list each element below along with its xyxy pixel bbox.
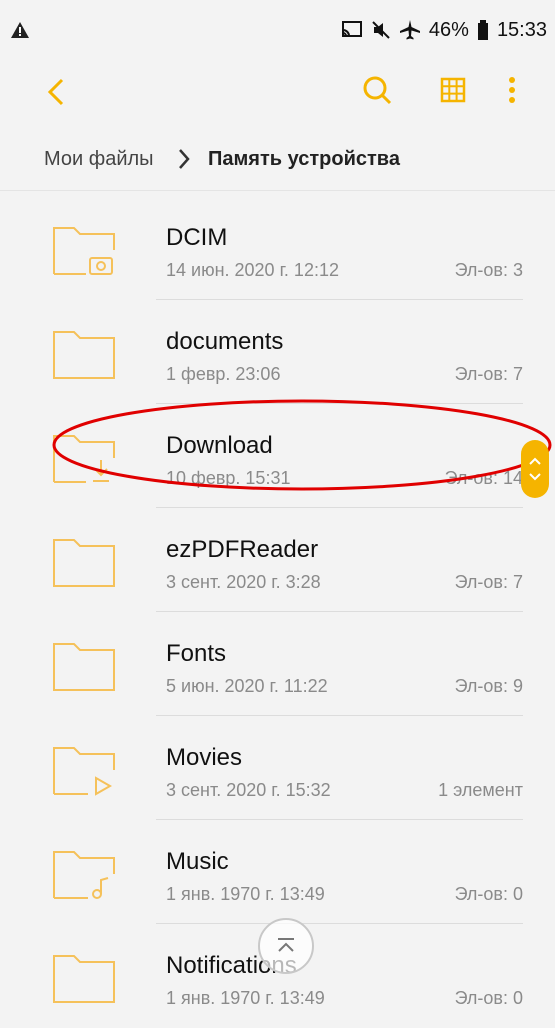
fast-scroll-handle[interactable] [521,440,549,498]
folder-count: Эл-ов: 9 [454,676,523,696]
battery-icon [477,20,488,40]
chevron-left-icon [47,78,64,106]
search-button[interactable] [355,68,399,112]
scroll-arrows-icon [529,457,541,481]
status-icons: 46% 15:33 [341,16,547,44]
cast-icon [341,21,362,37]
list-item[interactable]: documents 1 февр. 23:06 Эл-ов: 7 [0,300,555,404]
status-bar: 46% 15:33 [0,0,555,56]
mute-icon [372,21,390,39]
grid-icon [440,77,466,103]
airplane-mode-icon [399,20,420,40]
folder-count: Эл-ов: 3 [454,260,523,280]
breadcrumb-current: Память устройства [208,148,400,170]
folder-date: 5 июн. 2020 г. 11:22 [166,676,328,696]
music-folder-icon [53,851,115,899]
folder-date: 3 сент. 2020 г. 3:28 [166,572,321,592]
chevron-right-icon [179,149,190,169]
list-item[interactable]: Fonts 5 июн. 2020 г. 11:22 Эл-ов: 9 [0,612,555,716]
list-item[interactable]: Music 1 янв. 1970 г. 13:49 Эл-ов: 0 [0,820,555,924]
folder-date: 3 сент. 2020 г. 15:32 [166,780,331,800]
clock: 15:33 [496,18,547,41]
back-button[interactable] [36,70,80,114]
grid-view-button[interactable] [431,68,475,112]
folder-icon [53,331,115,379]
folder-icon [53,643,115,691]
folder-icon [53,539,115,587]
search-icon [363,76,392,105]
folder-count: Эл-ов: 0 [454,884,523,904]
folder-icon [53,955,115,1003]
folder-count: Эл-ов: 0 [454,988,523,1008]
folder-date: 1 янв. 1970 г. 13:49 [166,988,325,1008]
camera-folder-icon [53,227,115,275]
more-options-button[interactable] [490,68,534,112]
more-vert-icon [509,77,515,103]
folder-name: Music [166,848,229,875]
folder-count: Эл-ов: 7 [454,572,523,592]
warning-icon [11,22,29,38]
folder-name: Fonts [166,640,227,667]
scroll-to-top-button[interactable] [258,918,314,974]
folder-name: documents [166,328,284,355]
chevron-up-icon [278,938,294,952]
folder-name: ezPDFReader [166,536,319,563]
list-item[interactable]: Movies 3 сент. 2020 г. 15:32 1 элемент [0,716,555,820]
video-folder-icon [53,747,115,796]
folder-count: 1 элемент [438,780,523,800]
folder-date: 1 янв. 1970 г. 13:49 [166,884,325,904]
breadcrumb-root[interactable]: Мои файлы [44,148,154,171]
app-bar [0,56,555,128]
folder-date: 14 июн. 2020 г. 12:12 [166,260,339,280]
list-item[interactable]: DCIM 14 июн. 2020 г. 12:12 Эл-ов: 3 [0,196,555,300]
folder-date: 1 февр. 23:06 [166,364,281,384]
folder-count: Эл-ов: 7 [454,364,523,384]
list-item[interactable]: ezPDFReader 3 сент. 2020 г. 3:28 Эл-ов: … [0,508,555,612]
folder-name: DCIM [166,224,228,251]
battery-percent: 46% [428,18,469,41]
highlight-ellipse [52,399,552,491]
folder-name: Movies [166,744,243,771]
breadcrumb: Мои файлы Память устройства [0,128,555,191]
